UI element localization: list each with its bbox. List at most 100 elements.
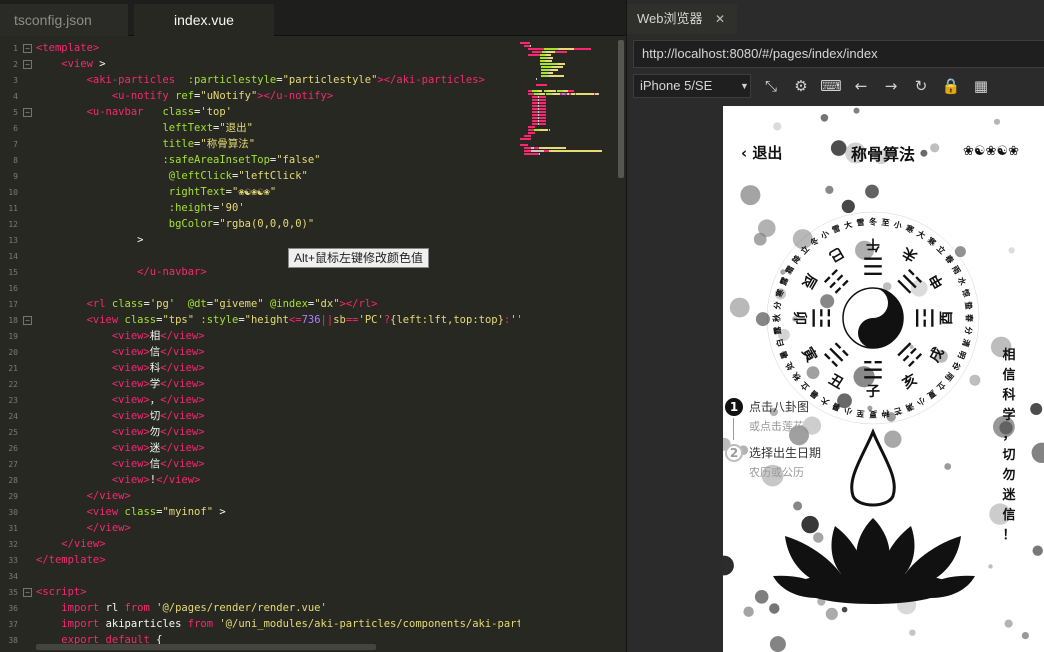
particle xyxy=(820,114,829,122)
code-line[interactable]: <view>切</view> xyxy=(36,408,205,424)
particle xyxy=(1021,632,1029,640)
minimap-mark xyxy=(549,75,564,77)
code-line[interactable]: <view>!</view> xyxy=(36,472,201,488)
particle xyxy=(988,564,993,569)
earthly-branch-char: 寅 xyxy=(798,344,820,365)
code-line[interactable]: <view>科</view> xyxy=(36,360,205,376)
code-line[interactable]: :height='90' xyxy=(36,200,245,216)
code-editor[interactable]: tsconfig.json index.vue 1 2 3 4 5 6 7 8 9 10 11 12 1… xyxy=(0,0,626,652)
solar-term-char: 小 xyxy=(892,219,903,231)
particle xyxy=(825,607,838,620)
close-icon[interactable]: ✕ xyxy=(715,4,725,34)
navbar-back-button[interactable]: ‹ 退出 xyxy=(741,142,782,163)
solar-term-char: 种 xyxy=(881,408,891,419)
code-line[interactable]: title="称骨算法" xyxy=(36,136,255,152)
particle xyxy=(1004,619,1013,628)
code-line[interactable]: <view>迷</view> xyxy=(36,440,205,456)
solar-term-char: 处 xyxy=(783,359,797,373)
line-number: 24 xyxy=(8,412,18,421)
refresh-icon[interactable]: ↻ xyxy=(909,74,933,98)
minimap[interactable] xyxy=(520,40,616,380)
trigram-symbol: ☶ xyxy=(808,307,836,329)
code-line[interactable]: </view> xyxy=(36,488,131,504)
back-arrow-icon[interactable]: ← xyxy=(849,74,873,98)
code-line[interactable]: bgColor="rgba(0,0,0,0)" xyxy=(36,216,314,232)
solar-term-char: 小 xyxy=(818,228,831,241)
solar-term-char: 谷 xyxy=(950,359,964,373)
code-line[interactable]: </view> xyxy=(36,536,105,552)
minimap-mark xyxy=(539,120,546,122)
code-line[interactable]: <view>勿</view> xyxy=(36,424,205,440)
code-line[interactable]: </view> xyxy=(36,520,131,536)
code-area[interactable]: <template> <view > <aki-particles :parti… xyxy=(36,40,520,652)
minimap-mark xyxy=(546,51,555,53)
fold-toggle-icon[interactable]: − xyxy=(23,316,32,325)
code-line[interactable]: leftText="退出" xyxy=(36,120,253,136)
code-line[interactable]: <view>学</view> xyxy=(36,376,205,392)
device-select[interactable]: iPhone 5/SE ▼ xyxy=(633,74,751,98)
code-line[interactable]: @leftClick="leftClick" xyxy=(36,168,308,184)
code-line[interactable]: :safeAreaInsetTop="false" xyxy=(36,152,320,168)
line-number: 23 xyxy=(8,396,18,405)
vertical-scrollbar[interactable] xyxy=(618,40,624,178)
fold-toggle-icon[interactable]: − xyxy=(23,44,32,53)
lock-icon[interactable]: 🔒 xyxy=(939,74,963,98)
particle xyxy=(930,143,940,153)
fold-toggle-icon[interactable]: − xyxy=(23,60,32,69)
line-number: 16 xyxy=(8,284,18,293)
step-2-title: 选择出生日期 xyxy=(749,446,822,460)
line-number: 29 xyxy=(8,492,18,501)
navbar-right-text[interactable]: ❀☯❀☯❀ xyxy=(963,144,1019,159)
navbar-left-text: 退出 xyxy=(752,144,783,162)
minimap-mark xyxy=(524,135,531,137)
horizontal-scrollbar[interactable] xyxy=(36,644,376,650)
minimap-mark xyxy=(540,93,545,95)
minimap-mark xyxy=(544,48,558,50)
solar-term-char: 秋 xyxy=(772,313,782,323)
solar-term-char: 至 xyxy=(881,218,890,228)
web-browser-panel: Web浏览器 ✕ http://localhost:8080/#/pages/i… xyxy=(626,0,1044,652)
motto-char: 信 xyxy=(1002,368,1016,383)
url-input[interactable]: http://localhost:8080/#/pages/index/inde… xyxy=(633,40,1044,68)
code-line[interactable]: </template> xyxy=(36,552,106,568)
code-line[interactable]: <view > xyxy=(36,56,105,72)
console-icon[interactable]: ⌨ xyxy=(819,74,843,98)
minimap-mark xyxy=(551,69,558,71)
line-number: 37 xyxy=(8,620,18,629)
code-line[interactable]: > xyxy=(36,232,143,248)
solar-term-char: 雨 xyxy=(943,370,955,382)
tab-tsconfig-json[interactable]: tsconfig.json xyxy=(0,4,128,36)
code-line[interactable]: <view class="tps" :style="height<=736||s… xyxy=(36,312,520,328)
code-line[interactable]: rightText="❀☯❀☯❀" xyxy=(36,184,277,200)
code-line[interactable]: <view>相</view> xyxy=(36,328,205,344)
code-line[interactable]: <view class="myinof" > xyxy=(36,504,226,520)
code-line[interactable]: <script> xyxy=(36,584,87,600)
screenshot-icon[interactable]: ⤡ xyxy=(759,74,783,98)
code-line[interactable]: </u-navbar> xyxy=(36,264,207,280)
code-line[interactable]: <aki-particles :particlestyle="particles… xyxy=(36,72,485,88)
fold-toggle-icon[interactable]: − xyxy=(23,588,32,597)
code-line[interactable]: <view>，</view> xyxy=(36,392,205,408)
solar-term-char: 暑 xyxy=(778,349,791,361)
code-line[interactable]: <view>信</view> xyxy=(36,456,205,472)
line-number: 20 xyxy=(8,348,18,357)
phone-viewport[interactable]: 冬至小寒大寒立春雨水惊蛰春分清明谷雨立夏小满芒种夏至小暑大暑立秋处暑白露秋分寒露… xyxy=(723,106,1044,652)
fold-toggle-icon[interactable]: − xyxy=(23,108,32,117)
code-line[interactable]: import rl from '@/pages/render/render.vu… xyxy=(36,600,327,616)
browser-tab[interactable]: Web浏览器 ✕ xyxy=(627,4,737,34)
minimap-mark xyxy=(541,72,548,74)
code-line[interactable]: <template> xyxy=(36,40,99,56)
earthly-branch-char: 亥 xyxy=(899,371,920,393)
qrcode-icon[interactable]: ▦ xyxy=(969,74,993,98)
code-line[interactable]: <u-notify ref="uNotify"></u-notify> xyxy=(36,88,333,104)
code-line[interactable]: <u-navbar class='top' xyxy=(36,104,232,120)
code-line[interactable]: <view>信</view> xyxy=(36,344,205,360)
app-canvas[interactable]: 冬至小寒大寒立春雨水惊蛰春分清明谷雨立夏小满芒种夏至小暑大暑立秋处暑白露秋分寒露… xyxy=(723,106,1044,652)
code-line[interactable]: <rl class='pg' @dt="giveme" @index="dx">… xyxy=(36,296,378,312)
code-line[interactable]: import akiparticles from '@/uni_modules/… xyxy=(36,616,520,632)
earthly-branch-char: 酉 xyxy=(939,311,955,325)
forward-arrow-icon[interactable]: → xyxy=(879,74,903,98)
particle xyxy=(969,374,981,386)
tab-index-vue[interactable]: index.vue xyxy=(134,4,274,36)
settings-icon[interactable]: ⚙ xyxy=(789,74,813,98)
